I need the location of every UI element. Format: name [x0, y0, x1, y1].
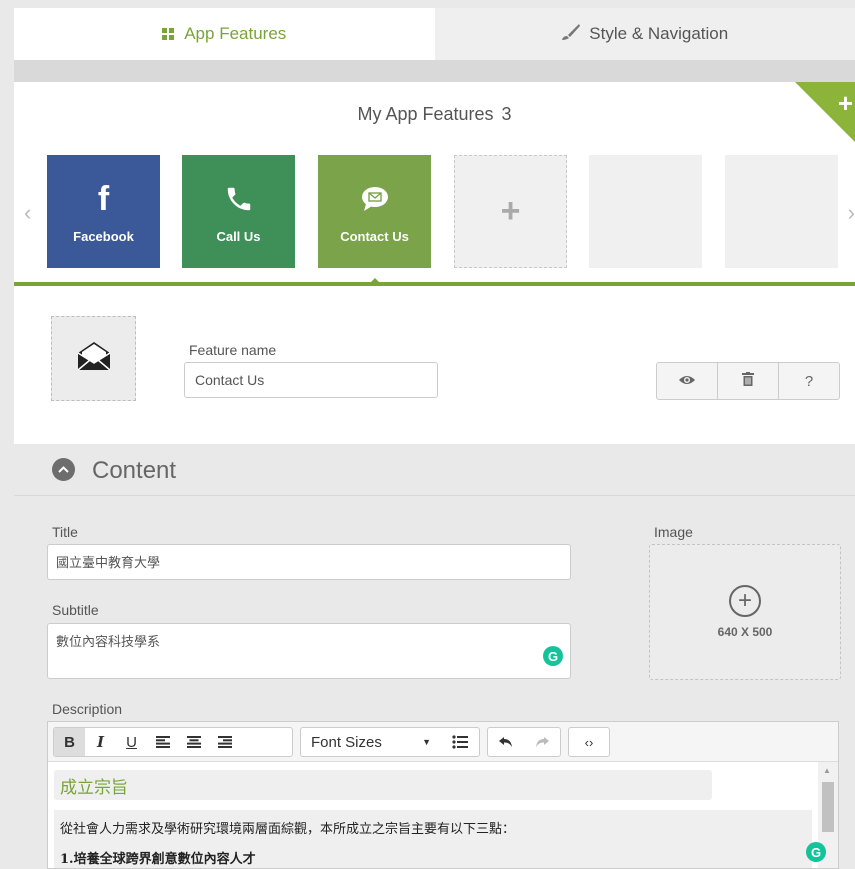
- facebook-icon: f: [97, 180, 110, 218]
- phone-icon: [224, 179, 254, 219]
- undo-icon[interactable]: [488, 728, 524, 756]
- description-point: 1.培養全球跨界創意數位內容人才: [54, 842, 812, 868]
- feature-tile-contact-us[interactable]: Contact Us: [318, 155, 431, 287]
- chevron-right-icon[interactable]: ›: [848, 200, 855, 226]
- empty-feature-slot: [725, 155, 838, 268]
- envelope-icon: [76, 340, 112, 377]
- add-feature-corner-button[interactable]: +: [795, 82, 855, 142]
- feature-actions: ?: [656, 362, 840, 400]
- code-group: ‹›: [568, 727, 610, 757]
- description-paragraph: 從社會人力需求及學術研究環境兩層面綜觀，本所成立之宗旨主要有以下三點：: [54, 810, 812, 842]
- tab-style-navigation[interactable]: Style & Navigation: [434, 8, 855, 60]
- tab-app-features[interactable]: App Features: [14, 8, 435, 70]
- brush-icon: [561, 23, 581, 46]
- plus-icon: +: [837, 88, 853, 118]
- eye-icon: [678, 373, 696, 390]
- chat-icon: [360, 179, 390, 219]
- feature-tile-label: Contact Us: [340, 229, 409, 244]
- add-feature-tile[interactable]: +: [454, 155, 567, 268]
- feature-name-input[interactable]: [184, 362, 438, 398]
- subtitle-label: Subtitle: [52, 602, 99, 618]
- feature-tile-facebook[interactable]: f Facebook: [47, 155, 160, 268]
- features-title-text: My App Features: [357, 104, 494, 124]
- image-upload[interactable]: + 640 X 500: [649, 544, 841, 680]
- delete-button[interactable]: [718, 363, 779, 399]
- feature-icon-picker[interactable]: [51, 316, 136, 401]
- subtitle-textarea[interactable]: 數位內容科技學系: [47, 623, 571, 679]
- feature-tile-call-us[interactable]: Call Us: [182, 155, 295, 268]
- feature-tile-label: Facebook: [73, 229, 134, 244]
- feature-detail-panel: Feature name ?: [14, 286, 855, 444]
- align-left-icon[interactable]: [147, 728, 178, 756]
- trash-icon: [742, 372, 754, 390]
- editor-toolbar: B I U Font Sizes ▼ ‹›: [48, 722, 838, 762]
- content-title: Content: [92, 457, 177, 484]
- tab-app-features-label: App Features: [184, 24, 287, 43]
- top-tabs: App Features Style & Navigation: [14, 8, 855, 70]
- underline-button[interactable]: U: [116, 728, 147, 756]
- empty-feature-slot: [589, 155, 702, 268]
- align-center-icon[interactable]: [178, 728, 209, 756]
- italic-button[interactable]: I: [85, 728, 116, 756]
- font-sizes-label: Font Sizes: [311, 733, 382, 751]
- align-right-icon[interactable]: [209, 728, 240, 756]
- preview-button[interactable]: [657, 363, 718, 399]
- history-group: [487, 727, 561, 757]
- feature-name-label: Feature name: [189, 342, 277, 358]
- bold-button[interactable]: B: [54, 728, 85, 756]
- font-group: Font Sizes ▼: [300, 727, 480, 757]
- features-title: My App Features 3: [14, 104, 855, 125]
- description-label: Description: [52, 701, 123, 717]
- bullet-list-icon[interactable]: [441, 728, 479, 756]
- description-editor: B I U Font Sizes ▼ ‹› 成立宗旨 從社會人力需求及學術研究環…: [47, 721, 839, 869]
- features-count: 3: [501, 104, 512, 124]
- tab-underband: [14, 60, 855, 82]
- scroll-up-icon[interactable]: ▲: [823, 766, 831, 775]
- grammarly-icon[interactable]: G: [543, 646, 563, 666]
- image-label: Image: [654, 524, 693, 540]
- feature-tile-label: Call Us: [216, 229, 261, 244]
- image-size-hint: 640 X 500: [717, 625, 773, 639]
- tab-style-navigation-label: Style & Navigation: [589, 24, 729, 43]
- help-button[interactable]: ?: [779, 363, 839, 399]
- chevron-up-icon[interactable]: [52, 458, 75, 481]
- font-sizes-dropdown[interactable]: Font Sizes ▼: [301, 728, 441, 756]
- plus-icon: +: [500, 192, 521, 230]
- title-input[interactable]: 國立臺中教育大學: [47, 544, 571, 580]
- title-label: Title: [52, 524, 78, 540]
- grammarly-icon[interactable]: G: [806, 842, 826, 862]
- add-circle-icon: +: [729, 585, 761, 617]
- grid-icon: [162, 28, 175, 40]
- content-section-header[interactable]: Content: [14, 444, 855, 496]
- format-group: B I U: [53, 727, 293, 757]
- app-features-panel: My App Features 3 + ‹ › f Facebook Call U…: [14, 82, 855, 287]
- description-heading: 成立宗旨: [54, 770, 712, 800]
- editor-content[interactable]: 成立宗旨 從社會人力需求及學術研究環境兩層面綜觀，本所成立之宗旨主要有以下三點：…: [54, 768, 814, 868]
- redo-icon[interactable]: [524, 728, 560, 756]
- chevron-left-icon[interactable]: ‹: [24, 200, 31, 226]
- scrollbar-thumb[interactable]: [822, 782, 834, 832]
- code-view-icon[interactable]: ‹›: [569, 728, 609, 756]
- caret-down-icon: ▼: [422, 737, 431, 747]
